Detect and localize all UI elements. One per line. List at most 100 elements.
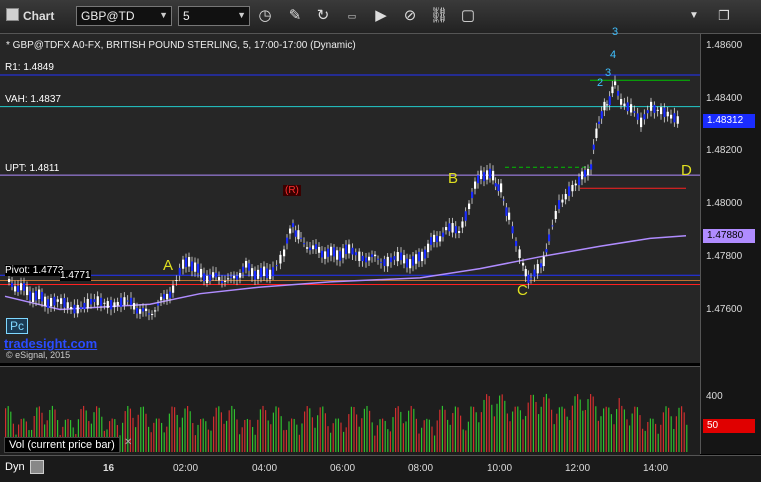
candle-body (581, 171, 584, 180)
volume-bar (155, 418, 157, 452)
x-tick: 10:00 (487, 463, 513, 474)
volume-bar (207, 429, 209, 452)
scroll-lock-icon[interactable] (30, 460, 44, 474)
candle-body (412, 256, 415, 266)
candle-body (574, 183, 577, 186)
volume-bar (480, 412, 482, 452)
candle-body (123, 297, 126, 305)
volume-bar (142, 406, 144, 452)
candle-body (666, 111, 669, 117)
count-number: 2 (597, 77, 604, 89)
volume-bar (220, 412, 222, 452)
candle-body (445, 227, 448, 231)
candle-body (275, 265, 278, 267)
volume-bar (519, 410, 521, 452)
candle-body (640, 117, 643, 128)
volume-bar (291, 418, 293, 452)
candle-body (93, 299, 96, 303)
volume-bar (608, 407, 610, 452)
candle-body (11, 282, 14, 288)
candle-body (561, 199, 564, 203)
candle-body (242, 266, 245, 273)
candle-body (433, 234, 436, 242)
candle-body (430, 237, 433, 245)
volume-bar (135, 427, 137, 452)
candle-body (508, 212, 511, 220)
candle-body (318, 246, 321, 253)
volume-bar (137, 414, 139, 452)
candle-body (471, 191, 474, 199)
volume-bar (512, 411, 514, 452)
candle-body (636, 113, 639, 120)
volume-bar (467, 421, 469, 452)
volume-bar (675, 416, 677, 452)
volume-bar (629, 425, 631, 452)
candle-body (206, 275, 209, 284)
candle-body (14, 286, 17, 292)
volume-bar (246, 418, 248, 452)
candle-body (197, 263, 200, 273)
volume-bar (215, 407, 217, 452)
volume-study-label[interactable]: Vol (current price bar) (4, 437, 120, 453)
volume-bar (176, 414, 178, 452)
volume-bar (545, 393, 547, 452)
volume-bar (174, 407, 176, 452)
candle-body (650, 101, 653, 111)
candle-body (436, 235, 439, 243)
candle-body (56, 299, 59, 302)
pc-button[interactable]: Pc (6, 318, 29, 334)
volume-bar (187, 406, 189, 452)
volume-bar (252, 426, 254, 452)
candle-body (590, 164, 593, 170)
candle-body (194, 262, 197, 272)
volume-bar (200, 419, 202, 452)
volume-bar (444, 409, 446, 452)
volume-bar (530, 394, 532, 452)
volume-bar (642, 428, 644, 452)
volume-bar (652, 418, 654, 452)
volume-bar (571, 405, 573, 452)
candle-body (269, 269, 272, 280)
candle-body (403, 255, 406, 264)
candle-body (53, 296, 56, 306)
candle-body (86, 298, 89, 309)
close-icon[interactable]: ✕ (124, 437, 132, 448)
candle-body (113, 302, 116, 308)
candle-body (477, 175, 480, 184)
candle-body (345, 244, 348, 254)
x-tick: 14:00 (643, 463, 669, 474)
candle-body (530, 278, 533, 280)
candle-body (368, 256, 371, 261)
volume-bar (356, 414, 358, 452)
volume-bar (132, 417, 134, 452)
candle-body (116, 301, 119, 306)
volume-bar (213, 416, 215, 452)
candle-body (554, 210, 557, 220)
volume-bar (587, 399, 589, 452)
volume-bar (275, 406, 277, 452)
volume-bar (397, 406, 399, 452)
candle-body (673, 113, 676, 123)
candle-body (29, 291, 32, 301)
volume-bar (681, 406, 683, 452)
candle-body (306, 247, 309, 249)
candle-body (32, 292, 35, 302)
watermark: tradesight.com (4, 336, 98, 351)
candle-body (251, 268, 254, 277)
volume-bar (493, 416, 495, 452)
volume-bar (569, 420, 571, 452)
y-tick: 1.48200 (706, 145, 743, 156)
candle-body (17, 285, 20, 293)
candle-body (44, 296, 47, 306)
candle-body (545, 249, 548, 253)
candle-body (260, 267, 263, 278)
y-tick: 1.47800 (706, 251, 743, 262)
candle-body (215, 272, 218, 278)
volume-bar (597, 420, 599, 452)
volume-bar (473, 406, 475, 452)
wave-label-c: C (517, 282, 528, 299)
volume-bar (400, 411, 402, 452)
candle-body (421, 251, 424, 262)
volume-bar (293, 418, 295, 452)
candle-body (536, 264, 539, 274)
